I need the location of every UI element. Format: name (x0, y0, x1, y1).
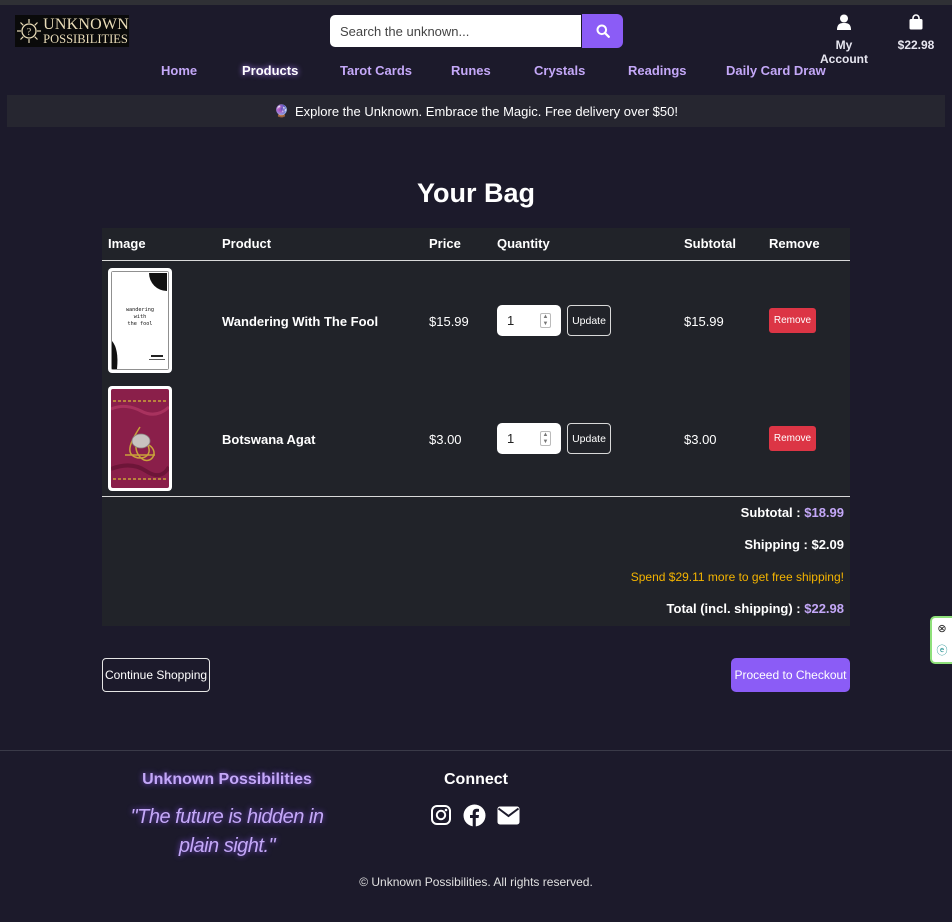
cart-table: Image Product Price Quantity Subtotal Re… (102, 228, 850, 626)
row-subtotal: $3.00 (684, 432, 717, 447)
site-header: ? UNKNOWN POSSIBILITIES My Account $22.9… (0, 5, 952, 93)
footer-brand: Unknown Possibilities (142, 771, 312, 788)
summary-total: Total (incl. shipping) : $22.98 (667, 601, 844, 616)
summary-subtotal: Subtotal : $18.99 (741, 505, 844, 520)
table-header-divider (102, 260, 850, 261)
column-header-product: Product (222, 236, 272, 251)
envelope-icon[interactable] (497, 806, 520, 830)
proceed-to-checkout-button[interactable]: Proceed to Checkout (731, 658, 850, 692)
remove-item-button[interactable]: Remove (769, 426, 816, 451)
column-header-quantity: Quantity (497, 236, 550, 251)
nav-crystals[interactable]: Crystals (534, 63, 585, 78)
logo-line-1: UNKNOWN (43, 15, 129, 33)
update-quantity-button[interactable]: Update (567, 305, 611, 336)
nav-runes[interactable]: Runes (451, 63, 491, 78)
product-price: $15.99 (429, 314, 469, 329)
footer-quote: "The future is hidden in plain sight." (130, 806, 325, 857)
promo-banner: 🔮 Explore the Unknown. Embrace the Magic… (7, 95, 945, 127)
social-links (430, 804, 522, 828)
quantity-input[interactable]: 1 ▲ ▼ (497, 423, 561, 454)
summary-total-label: Total (incl. shipping) : (666, 601, 801, 616)
crystal-ball-icon: 🔮 (274, 104, 289, 118)
cart-total: $22.98 (897, 38, 935, 52)
search-button[interactable] (582, 14, 623, 48)
site-logo[interactable]: ? UNKNOWN POSSIBILITIES (15, 15, 129, 47)
site-footer: Unknown Possibilities "The future is hid… (0, 750, 952, 922)
product-price: $3.00 (429, 432, 462, 447)
extension-e-icon[interactable]: ⓔ (937, 645, 948, 657)
floating-widget[interactable]: ⊗ ⓔ (930, 616, 952, 664)
product-thumbnail[interactable]: wandering with the fool (108, 268, 172, 373)
table-body-divider (102, 496, 850, 497)
update-quantity-button[interactable]: Update (567, 423, 611, 454)
close-circle-icon[interactable]: ⊗ (937, 623, 946, 635)
user-icon (837, 14, 851, 30)
page-title: Your Bag (416, 178, 535, 208)
instagram-icon[interactable] (430, 804, 452, 831)
row-subtotal: $15.99 (684, 314, 724, 329)
svg-text:?: ? (27, 27, 32, 38)
nav-home[interactable]: Home (161, 63, 197, 78)
promo-banner-text: Explore the Unknown. Embrace the Magic. … (294, 103, 678, 119)
summary-total-value: $22.98 (804, 601, 844, 616)
remove-item-button[interactable]: Remove (769, 308, 816, 333)
nav-products[interactable]: Products (242, 63, 298, 78)
nav-readings[interactable]: Readings (628, 63, 687, 78)
product-thumbnail[interactable] (108, 386, 172, 491)
nav-tarot-cards[interactable]: Tarot Cards (340, 63, 412, 78)
search-icon (596, 24, 610, 38)
my-account-label: My Account (820, 38, 868, 66)
sun-logo-icon: ? (15, 16, 43, 46)
nav-daily-card-draw[interactable]: Daily Card Draw (726, 63, 826, 78)
my-account-link[interactable]: My Account (812, 14, 876, 66)
cart-link[interactable]: $22.98 (894, 14, 938, 52)
column-header-subtotal: Subtotal (684, 236, 736, 251)
product-name[interactable]: Botswana Agat (222, 432, 315, 447)
footer-copyright: © Unknown Possibilities. All rights rese… (359, 875, 593, 889)
summary-subtotal-label: Subtotal : (740, 505, 801, 520)
footer-connect-heading: Connect (444, 771, 508, 788)
quantity-input[interactable]: 1 ▲ ▼ (497, 305, 561, 336)
search-input[interactable] (330, 15, 581, 47)
facebook-icon[interactable] (463, 804, 486, 832)
summary-shipping: Shipping : $2.09 (744, 537, 844, 552)
column-header-remove: Remove (769, 236, 820, 251)
continue-shopping-button[interactable]: Continue Shopping (102, 658, 210, 692)
quantity-stepper[interactable]: ▲ ▼ (540, 313, 551, 328)
free-shipping-note: Spend $29.11 more to get free shipping! (630, 570, 844, 584)
quantity-stepper[interactable]: ▲ ▼ (540, 431, 551, 446)
column-header-image: Image (108, 236, 146, 251)
table-row: wandering with the fool Wandering With T… (102, 268, 850, 374)
product-name[interactable]: Wandering With The Fool (222, 314, 378, 329)
svg-text:with: with (134, 314, 147, 320)
table-row: Botswana Agat $3.00 1 ▲ ▼ Update $3.00 Re… (102, 386, 850, 492)
shopping-bag-icon (909, 14, 923, 30)
quantity-value: 1 (507, 313, 515, 328)
main-nav: Home Products Tarot Cards Runes Crystals… (0, 63, 952, 85)
summary-subtotal-value: $18.99 (804, 505, 844, 520)
column-header-price: Price (429, 236, 461, 251)
quantity-value: 1 (507, 431, 515, 446)
svg-text:wandering: wandering (126, 307, 154, 313)
logo-line-2: POSSIBILITIES (43, 31, 128, 46)
svg-text:the fool: the fool (128, 321, 153, 327)
